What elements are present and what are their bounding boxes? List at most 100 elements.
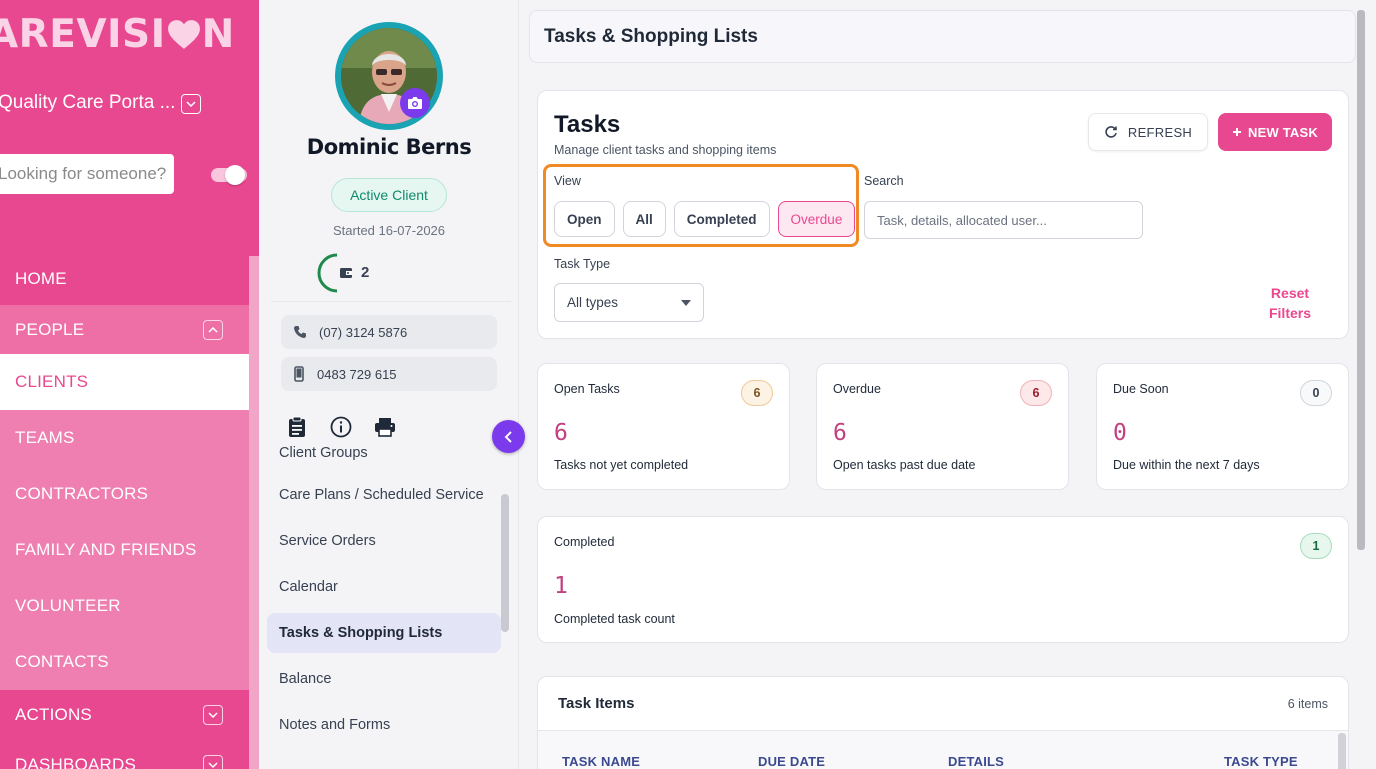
wallet-summary[interactable]: 2: [339, 264, 369, 281]
stat-value: 6: [554, 420, 568, 446]
nav-contractors[interactable]: CONTRACTORS: [0, 466, 249, 522]
task-type-value: All types: [567, 295, 619, 310]
view-completed-button[interactable]: Completed: [673, 201, 770, 237]
nav-contacts-label: CONTACTS: [15, 652, 109, 671]
nav-actions[interactable]: ACTIONS: [0, 690, 249, 740]
carevision-logo[interactable]: AREVISI N: [0, 12, 235, 57]
task-search-input[interactable]: [864, 201, 1143, 239]
people-search-input[interactable]: Looking for someone?: [0, 154, 174, 194]
stat-value: 1: [554, 573, 568, 599]
plus-icon: [1233, 128, 1242, 136]
tasks-subtitle: Manage client tasks and shopping items: [554, 143, 777, 157]
new-task-label: NEW TASK: [1248, 124, 1318, 140]
menu-label: Care Plans / Scheduled Service: [279, 487, 484, 503]
view-completed-label: Completed: [686, 211, 757, 227]
task-items-scrollbar[interactable]: [1338, 733, 1346, 769]
client-menu-balance[interactable]: Balance: [267, 656, 501, 702]
tasks-filter-card: Tasks Manage client tasks and shopping i…: [537, 90, 1349, 339]
column-task-type[interactable]: TASK TYPE: [1224, 754, 1298, 769]
view-overdue-button[interactable]: Overdue: [777, 201, 856, 237]
logo-text-left: AREVISI: [0, 12, 166, 57]
logo-text-right: N: [201, 12, 235, 57]
nav-family-label: FAMILY AND FRIENDS: [15, 540, 197, 559]
sidebar-scrollbar[interactable]: [249, 256, 259, 769]
client-menu-scrollbar[interactable]: [501, 494, 509, 632]
task-items-table-header: TASK NAME DUE DATE DETAILS TASK TYPE: [538, 730, 1348, 769]
phone-icon: [294, 326, 306, 338]
nav-volunteer[interactable]: VOLUNTEER: [0, 578, 249, 634]
stat-badge: 0: [1300, 380, 1332, 406]
search-toggle[interactable]: [211, 165, 247, 185]
search-placeholder: Looking for someone?: [0, 164, 167, 183]
info-icon[interactable]: [330, 416, 352, 438]
column-task-name[interactable]: TASK NAME: [562, 754, 640, 769]
view-all-label: All: [635, 211, 653, 227]
nav-teams[interactable]: TEAMS: [0, 410, 249, 466]
view-filter-group: Open All Completed Overdue: [554, 201, 856, 237]
nav-family-and-friends[interactable]: FAMILY AND FRIENDS: [0, 522, 249, 578]
task-type-label: Task Type: [554, 257, 611, 271]
client-menu-calendar[interactable]: Calendar: [267, 564, 501, 610]
client-menu-client-groups[interactable]: Client Groups: [267, 436, 501, 472]
nav-home[interactable]: HOME: [0, 253, 249, 305]
client-status-badge: Active Client: [331, 178, 447, 212]
mobile-phone-icon: [294, 366, 304, 382]
portal-selector[interactable]: Quality Care Porta ...: [0, 90, 213, 116]
nav-people[interactable]: PEOPLE: [0, 305, 249, 354]
nav-contractors-label: CONTRACTORS: [15, 484, 149, 503]
nav-contacts[interactable]: CONTACTS: [0, 634, 249, 690]
nav-clients[interactable]: CLIENTS: [0, 354, 249, 410]
nav-volunteer-label: VOLUNTEER: [15, 596, 121, 615]
camera-icon[interactable]: [400, 88, 430, 118]
page-title: Tasks & Shopping Lists: [529, 10, 1356, 63]
nav-clients-label: CLIENTS: [15, 372, 89, 391]
clipboard-icon[interactable]: [286, 416, 308, 438]
task-type-select[interactable]: All types: [554, 283, 704, 322]
menu-label: Tasks & Shopping Lists: [279, 625, 443, 641]
main-scrollbar[interactable]: [1357, 10, 1365, 550]
view-open-label: Open: [567, 211, 602, 227]
nav-dashboards[interactable]: DASHBOARDS: [0, 740, 249, 769]
main-content: Tasks & Shopping Lists Tasks Manage clie…: [519, 0, 1376, 769]
chevron-down-icon[interactable]: [203, 755, 223, 769]
refresh-button[interactable]: REFRESH: [1088, 113, 1208, 151]
stat-title: Due Soon: [1113, 382, 1169, 396]
chevron-down-icon[interactable]: [181, 94, 201, 114]
reset-filters-link[interactable]: Reset Filters: [1260, 283, 1320, 323]
portal-name: Quality Care Porta ...: [0, 92, 176, 113]
stat-badge: 6: [741, 380, 773, 406]
reset-line-1: Reset: [1270, 285, 1310, 301]
view-all-button[interactable]: All: [622, 201, 666, 237]
phone-mobile[interactable]: 0483 729 615: [281, 357, 497, 391]
client-profile-panel: Dominic Berns Active Client Started 16-0…: [259, 0, 519, 769]
view-overdue-label: Overdue: [790, 211, 843, 227]
status-label: Active Client: [350, 187, 428, 203]
client-menu-notes[interactable]: Notes and Forms: [267, 702, 501, 748]
stat-description: Tasks not yet completed: [554, 458, 689, 472]
chevron-up-icon[interactable]: [203, 320, 223, 340]
stat-title: Overdue: [833, 382, 881, 396]
divider: [271, 301, 511, 302]
new-task-button[interactable]: NEW TASK: [1218, 113, 1332, 151]
nav-home-label: HOME: [15, 269, 67, 288]
page-title-text: Tasks & Shopping Lists: [544, 25, 758, 47]
column-details[interactable]: DETAILS: [948, 754, 1004, 769]
client-menu-care-plans[interactable]: Care Plans / Scheduled Service: [267, 472, 501, 518]
client-menu-service-orders[interactable]: Service Orders: [267, 518, 501, 564]
caret-down-icon: [681, 300, 691, 306]
nav-teams-label: TEAMS: [15, 428, 75, 447]
chevron-down-icon[interactable]: [203, 705, 223, 725]
column-due-date[interactable]: DUE DATE: [758, 754, 825, 769]
client-menu-tasks[interactable]: Tasks & Shopping Lists: [267, 613, 501, 653]
view-open-button[interactable]: Open: [554, 201, 615, 237]
task-items-title: Task Items: [558, 695, 635, 712]
client-name: Dominic Berns: [306, 135, 472, 159]
phone-landline[interactable]: (07) 3124 5876: [281, 315, 497, 349]
task-items-card: Task Items 6 items TASK NAME DUE DATE DE…: [537, 676, 1349, 769]
stat-description: Due within the next 7 days: [1113, 458, 1260, 472]
print-icon[interactable]: [374, 416, 396, 438]
chevron-left-icon: [504, 430, 512, 443]
menu-label: Balance: [279, 671, 332, 687]
wallet-count: 2: [361, 264, 370, 281]
collapse-panel-button[interactable]: [492, 420, 525, 453]
